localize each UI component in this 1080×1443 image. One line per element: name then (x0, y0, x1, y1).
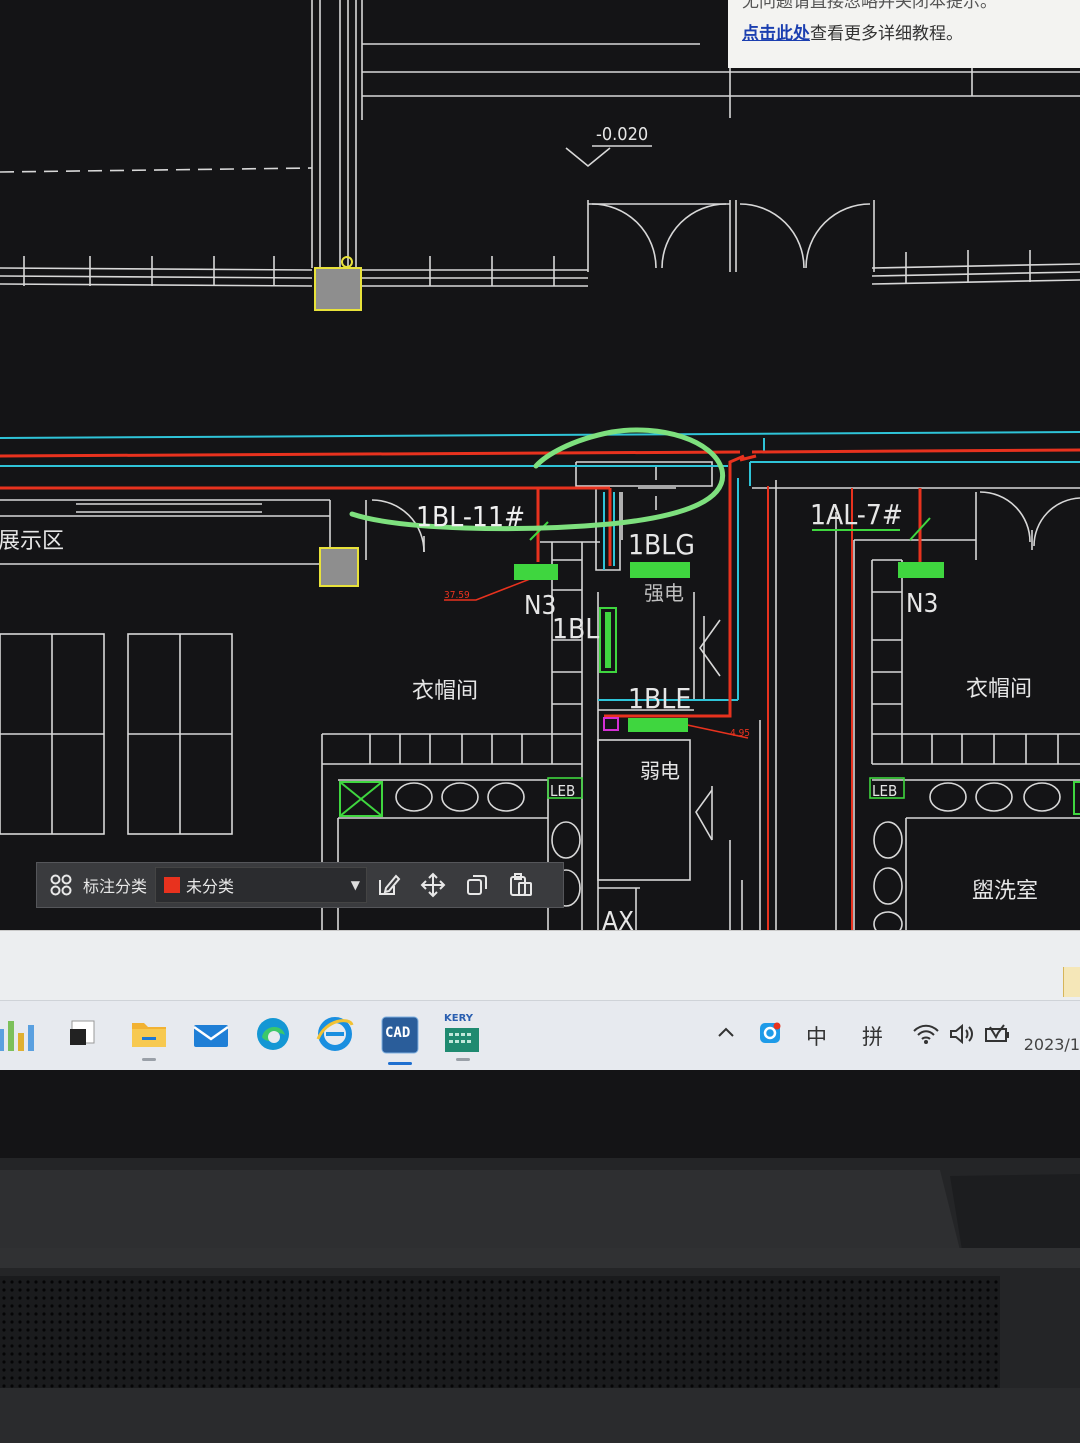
edit-icon[interactable] (367, 865, 411, 905)
running-indicator (456, 1058, 470, 1061)
notification-corner[interactable] (1063, 967, 1080, 997)
panel-label-1al-7: 1AL-7# (810, 498, 903, 531)
kery-icon-label: KERY (444, 1013, 473, 1024)
chart-app-icon[interactable] (0, 1015, 34, 1053)
running-indicator (142, 1058, 156, 1061)
window-bottom-area (0, 930, 1080, 1001)
annotation-category-select[interactable]: 未分类 ▼ (155, 867, 368, 903)
chevron-up-icon[interactable] (716, 1023, 736, 1048)
active-indicator (388, 1062, 412, 1065)
green-equipment (339, 517, 1080, 817)
panel-label-1ble: 1BLE (628, 682, 691, 715)
panel-label-1bl-11: 1BL-11# (416, 500, 525, 533)
dimension-right: 4.95 (730, 728, 750, 739)
category-color-swatch (164, 877, 181, 893)
help-tip-panel: 无问题请直接忽略并关闭本提示。 点击此处查看更多详细教程。 (728, 0, 1080, 68)
tip-line-2: 点击此处查看更多详细教程。 (742, 18, 1080, 50)
room-exhibition: 展示区 (0, 529, 64, 554)
panel-label-1blg: 1BLG (628, 528, 695, 561)
category-value: 未分类 (186, 877, 235, 896)
room-washroom: 盥洗室 (972, 879, 1038, 904)
tip-line-1: 无问题请直接忽略并关闭本提示。 (742, 0, 997, 12)
volume-icon[interactable] (948, 1023, 976, 1050)
room-strong-power: 强电 (644, 581, 684, 605)
tip-help-link[interactable]: 点击此处 (742, 24, 810, 44)
cad-icon-label: CAD (385, 1025, 411, 1041)
tray-app-icon[interactable] (756, 1019, 784, 1052)
app-icon[interactable] (66, 1015, 104, 1053)
grid-icon[interactable] (43, 873, 79, 897)
kery-icon[interactable]: KERY (444, 1013, 482, 1061)
ime-mode-indicator[interactable]: 中 (806, 1021, 827, 1051)
paste-icon[interactable] (499, 865, 543, 905)
laptop-body (0, 1070, 1080, 1443)
cad-icon[interactable]: CAD (380, 1015, 420, 1065)
leb-label-left: LEB (550, 782, 575, 800)
panel-label-1bl: 1BL (552, 612, 599, 645)
wifi-icon[interactable] (912, 1023, 940, 1050)
dimension-left: 37.59 (444, 590, 470, 601)
n3-label-right: N3 (906, 589, 938, 619)
annotation-category-label: 标注分类 (83, 877, 148, 896)
taskbar-date[interactable]: 2023/1 (1024, 1035, 1080, 1054)
cad-screen: -0.020 1BL-11# 1BLG 1BL 1BLE 1AL-7# N3 N… (0, 0, 1080, 930)
battery-icon[interactable] (984, 1023, 1012, 1050)
ime-input-indicator[interactable]: 拼 (862, 1021, 883, 1051)
room-cloak-right: 衣帽间 (966, 677, 1032, 702)
leb-label-right: LEB (872, 782, 897, 800)
annotation-toolbar: 标注分类 未分类 ▼ (36, 862, 564, 908)
yellow-boxes (314, 256, 362, 587)
red-wiring (0, 448, 1080, 930)
copy-icon[interactable] (455, 865, 499, 905)
ax-label: AX (602, 907, 634, 930)
n3-label-left: N3 (524, 591, 556, 621)
room-cloak-left: 衣帽间 (412, 679, 478, 704)
file-explorer-icon[interactable] (130, 1015, 168, 1061)
move-icon[interactable] (411, 865, 455, 905)
tip-line-2-rest: 查看更多详细教程。 (810, 24, 963, 44)
room-weak-power: 弱电 (640, 759, 680, 783)
chevron-down-icon: ▼ (350, 878, 361, 892)
edge-icon[interactable] (254, 1015, 292, 1053)
cad-labels: -0.020 1BL-11# 1BLG 1BL 1BLE 1AL-7# N3 N… (0, 124, 1038, 930)
taskbar: CAD KERY 中 拼 2023/1 (0, 1000, 1080, 1071)
cad-drawing-canvas[interactable]: -0.020 1BL-11# 1BLG 1BL 1BLE 1AL-7# N3 N… (0, 0, 1080, 930)
mail-icon[interactable] (192, 1015, 230, 1053)
elevation-label: -0.020 (596, 124, 648, 145)
ie-icon[interactable] (316, 1015, 354, 1053)
